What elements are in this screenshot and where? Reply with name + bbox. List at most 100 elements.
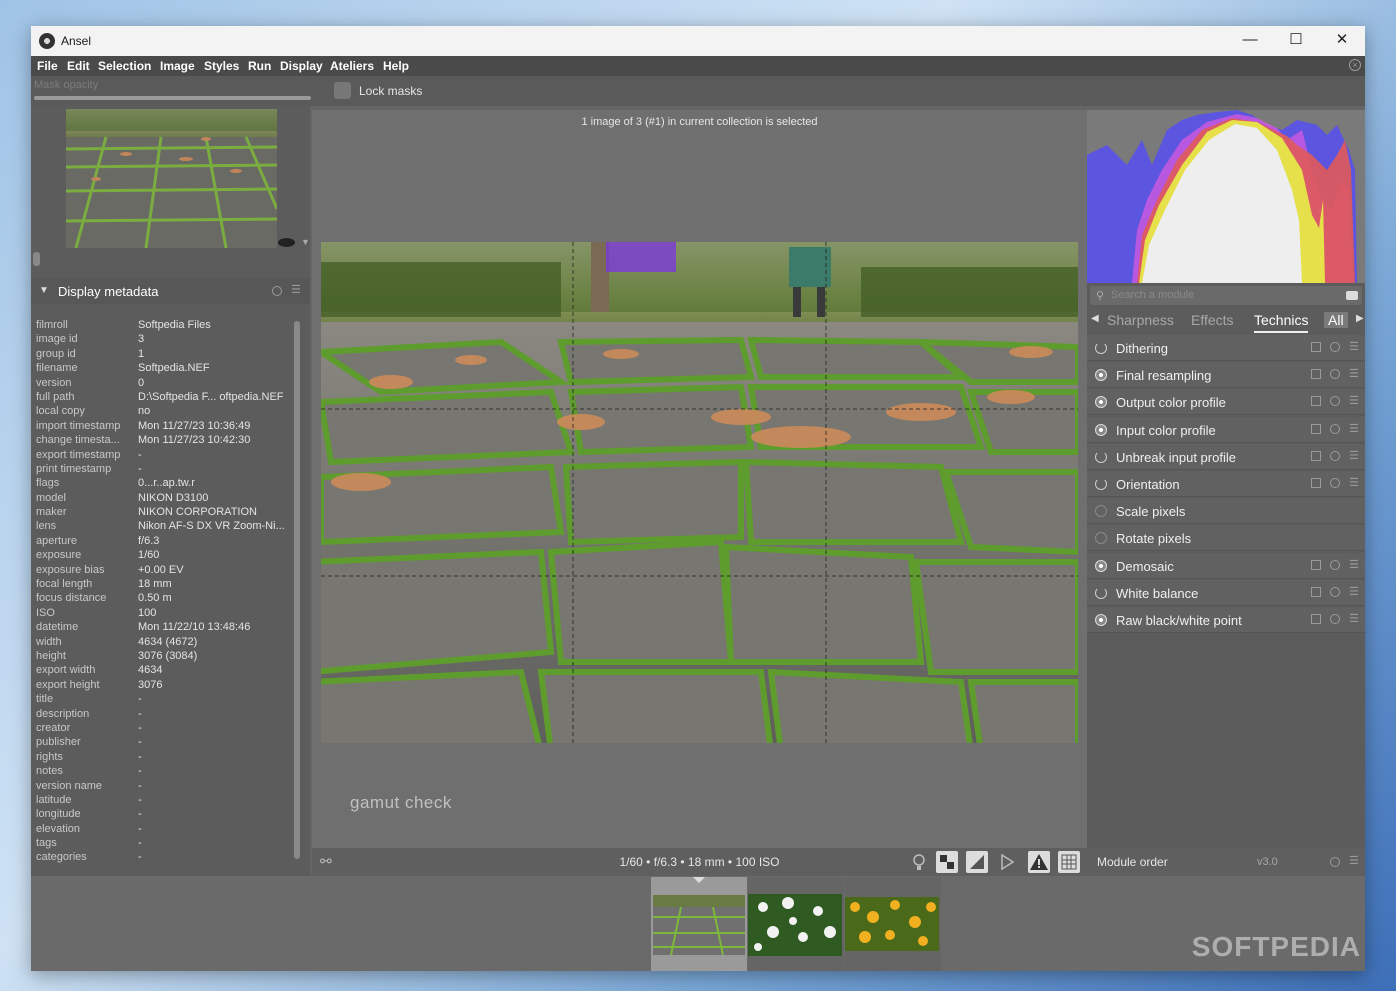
module-instance-icon[interactable] <box>1311 342 1321 352</box>
module-power-icon[interactable] <box>1095 450 1107 463</box>
module-order-presets-icon[interactable]: ☰ <box>1349 854 1359 867</box>
module-power-icon[interactable] <box>1095 532 1107 545</box>
module-power-icon[interactable] <box>1095 559 1107 572</box>
tabs-right-arrow-icon[interactable]: ▶ <box>1356 313 1364 324</box>
guides-grid-icon[interactable] <box>1058 851 1080 873</box>
module-instance-icon[interactable] <box>1311 559 1321 570</box>
metadata-row: exposure bias +0.00 EV <box>36 563 298 577</box>
menu-run[interactable]: Run <box>248 59 271 73</box>
tab-sharpness[interactable]: Sharpness <box>1107 312 1174 328</box>
reset-icon[interactable] <box>272 286 282 296</box>
collapse-triangle-icon[interactable]: ▼ <box>39 285 49 296</box>
module-search-input[interactable]: ⚲ Search a module <box>1090 286 1362 305</box>
module-instance-icon[interactable] <box>1311 450 1321 461</box>
bulb-icon[interactable] <box>908 851 930 873</box>
close-button[interactable]: ✕ <box>1319 26 1365 56</box>
menu-ateliers[interactable]: Ateliers <box>330 59 374 73</box>
module-presets-icon[interactable]: ☰ <box>1349 559 1359 570</box>
module-instance-icon[interactable] <box>1311 423 1321 434</box>
menu-image[interactable]: Image <box>160 59 195 73</box>
module-row[interactable]: Raw black/white point ☰ <box>1087 607 1365 633</box>
module-power-icon[interactable] <box>1095 369 1107 382</box>
module-instance-icon[interactable] <box>1311 586 1321 597</box>
softproof-icon[interactable] <box>966 851 988 873</box>
filmstrip-thumb-3[interactable] <box>845 877 941 971</box>
module-reset-icon[interactable] <box>1330 423 1340 434</box>
module-order-reset-icon[interactable] <box>1330 857 1340 867</box>
minimize-button[interactable]: — <box>1227 26 1273 56</box>
module-instance-icon[interactable] <box>1311 614 1321 624</box>
module-reset-icon[interactable] <box>1330 369 1340 380</box>
module-presets-icon[interactable]: ☰ <box>1349 586 1359 597</box>
menu-file[interactable]: File <box>37 59 58 73</box>
presets-menu-icon[interactable]: ☰ <box>291 283 301 296</box>
module-presets-icon[interactable]: ☰ <box>1349 396 1359 407</box>
module-row[interactable]: White balance ☰ <box>1087 579 1365 606</box>
metadata-value: 4634 <box>138 664 163 677</box>
module-instance-icon[interactable] <box>1311 478 1321 488</box>
module-reset-icon[interactable] <box>1330 478 1340 488</box>
main-image[interactable] <box>321 242 1078 743</box>
focus-peaking-icon[interactable] <box>996 851 1018 873</box>
metadata-row: publisher - <box>36 735 298 749</box>
filmstrip-thumb-1[interactable] <box>651 877 747 971</box>
module-row[interactable]: Final resampling ☰ <box>1087 362 1365 389</box>
module-presets-icon[interactable]: ☰ <box>1349 478 1359 489</box>
zoom-indicator-icon[interactable] <box>278 238 295 247</box>
mask-opacity-slider[interactable] <box>34 96 311 100</box>
metadata-value: 1 <box>138 347 145 360</box>
menu-styles[interactable]: Styles <box>204 59 239 73</box>
module-power-icon[interactable] <box>1095 505 1107 518</box>
menu-help[interactable]: Help <box>383 59 409 73</box>
module-power-icon[interactable] <box>1095 396 1107 409</box>
menu-selection[interactable]: Selection <box>98 59 151 73</box>
menu-edit[interactable]: Edit <box>67 59 90 73</box>
module-reset-icon[interactable] <box>1330 396 1340 407</box>
module-power-icon[interactable] <box>1095 423 1107 436</box>
module-power-icon[interactable] <box>1095 586 1107 599</box>
module-reset-icon[interactable] <box>1330 342 1340 352</box>
tabs-left-arrow-icon[interactable]: ◀ <box>1091 313 1099 324</box>
metadata-row: categories - <box>36 850 298 864</box>
backspace-icon[interactable] <box>1346 291 1358 300</box>
module-instance-icon[interactable] <box>1311 369 1321 380</box>
module-presets-icon[interactable]: ☰ <box>1349 423 1359 434</box>
module-presets-icon[interactable]: ☰ <box>1349 450 1359 461</box>
close-darkroom-icon[interactable]: × <box>1349 59 1361 71</box>
module-row[interactable]: Input color profile ☰ <box>1087 416 1365 443</box>
display-metadata-header[interactable]: ▼ Display metadata ☰ <box>31 278 310 304</box>
checker-icon[interactable] <box>936 851 958 873</box>
tab-effects[interactable]: Effects <box>1191 312 1234 328</box>
module-row[interactable]: Output color profile ☰ <box>1087 389 1365 416</box>
filmstrip-thumb-2[interactable] <box>748 877 844 971</box>
module-reset-icon[interactable] <box>1330 614 1340 624</box>
module-row[interactable]: Demosaic ☰ <box>1087 552 1365 579</box>
metadata-scrollbar[interactable] <box>294 321 300 859</box>
module-row[interactable]: Rotate pixels <box>1087 525 1365 552</box>
navigation-thumbnail[interactable] <box>66 109 277 248</box>
module-row[interactable]: Dithering ☰ <box>1087 335 1365 361</box>
module-presets-icon[interactable]: ☰ <box>1349 369 1359 380</box>
histogram[interactable] <box>1087 110 1365 283</box>
module-presets-icon[interactable]: ☰ <box>1349 342 1359 353</box>
module-row[interactable]: Scale pixels <box>1087 498 1365 525</box>
module-power-icon[interactable] <box>1095 614 1107 626</box>
module-instance-icon[interactable] <box>1311 396 1321 407</box>
zoom-dropdown-icon[interactable]: ▼ <box>301 237 310 247</box>
gamut-warning-icon[interactable] <box>1028 851 1050 873</box>
tab-technics[interactable]: Technics <box>1254 312 1309 333</box>
module-reset-icon[interactable] <box>1330 586 1340 597</box>
module-row[interactable]: Orientation ☰ <box>1087 471 1365 497</box>
module-reset-icon[interactable] <box>1330 450 1340 461</box>
metadata-key: export timestamp <box>36 448 121 461</box>
menu-display[interactable]: Display <box>280 59 323 73</box>
module-presets-icon[interactable]: ☰ <box>1349 614 1359 625</box>
module-reset-icon[interactable] <box>1330 559 1340 570</box>
navigation-scrollbar[interactable] <box>33 252 40 266</box>
module-row[interactable]: Unbreak input profile ☰ <box>1087 443 1365 470</box>
tab-all[interactable]: All <box>1324 312 1348 328</box>
maximize-button[interactable]: ☐ <box>1273 26 1319 56</box>
lock-masks-checkbox[interactable] <box>334 82 351 99</box>
module-power-icon[interactable] <box>1095 342 1107 354</box>
module-power-icon[interactable] <box>1095 478 1107 490</box>
